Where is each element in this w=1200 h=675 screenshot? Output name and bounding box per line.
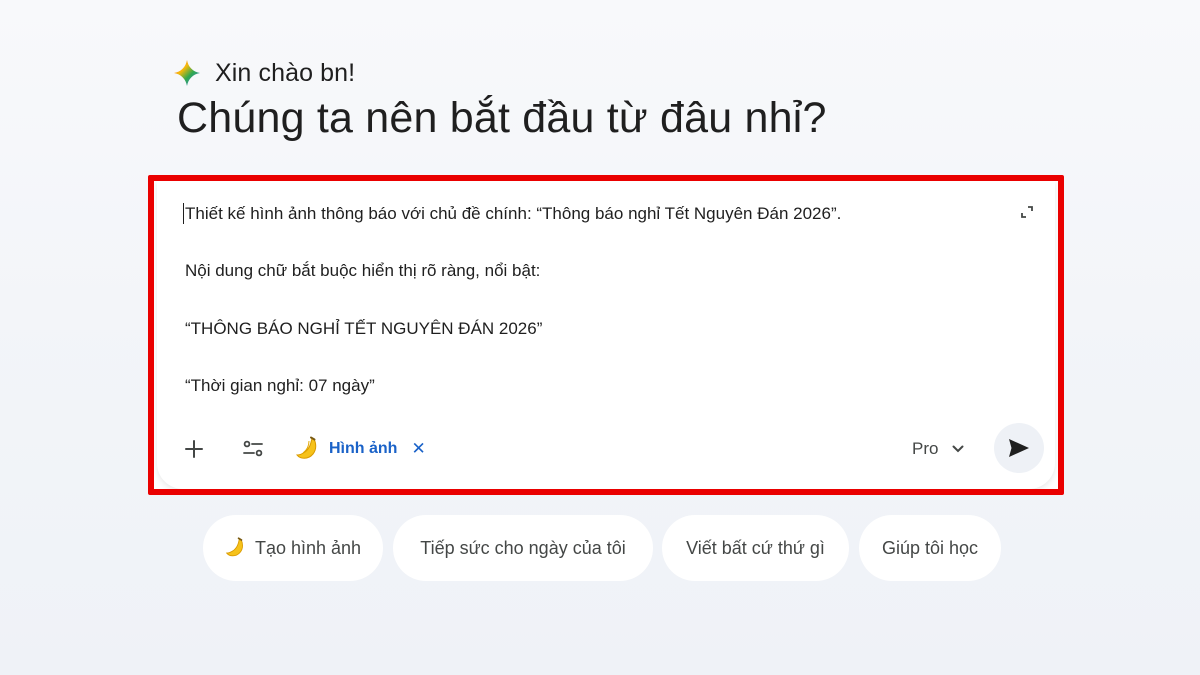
image-chip-label: Hình ảnh <box>329 440 398 457</box>
add-button[interactable] <box>174 429 214 469</box>
suggestion-chips: Tạo hình ảnh Tiếp sức cho ngày của tôi V… <box>0 515 1200 583</box>
suggestion-label: Giúp tôi học <box>881 537 979 558</box>
prompt-line-4: “Thời gian nghỉ: 07 ngày” <box>185 376 375 396</box>
prompt-textarea[interactable]: Thiết kế hình ảnh thông báo với chủ đề c… <box>183 203 1005 433</box>
tools-button[interactable] <box>233 429 273 469</box>
greeting-text: Xin chào bn! <box>215 58 356 87</box>
prompt-input-card[interactable]: Thiết kế hình ảnh thông báo với chủ đề c… <box>157 181 1055 489</box>
suggestion-boost-day[interactable]: Tiếp sức cho ngày của tôi <box>393 515 653 581</box>
prompt-line-3: “THÔNG BÁO NGHỈ TẾT NGUYÊN ĐÁN 2026” <box>185 318 543 338</box>
suggestion-create-image[interactable]: Tạo hình ảnh <box>203 515 383 581</box>
image-tool-chip[interactable]: Hình ảnh ✕ <box>295 433 426 465</box>
suggestion-label: Tiếp sức cho ngày của tôi <box>420 537 626 558</box>
suggestion-label: Viết bất cứ thứ gì <box>686 537 825 558</box>
suggestion-help-learn[interactable]: Giúp tôi học <box>859 515 1001 581</box>
suggestion-label: Tạo hình ảnh <box>254 537 362 558</box>
banana-icon <box>295 436 317 459</box>
gemini-spark-icon <box>174 60 200 86</box>
tools-sliders-icon <box>243 440 263 457</box>
model-selector[interactable]: Pro <box>912 433 964 465</box>
expand-icon[interactable] <box>1018 203 1036 221</box>
model-label: Pro <box>912 439 939 458</box>
send-button[interactable] <box>994 423 1044 473</box>
input-toolbar: Hình ảnh ✕ Pro <box>157 421 1055 477</box>
prompt-line-2: Nội dung chữ bắt buộc hiển thị rõ ràng, … <box>185 261 541 281</box>
chevron-down-icon <box>952 445 964 453</box>
page-title: Chúng ta nên bắt đầu từ đâu nhỉ? <box>177 94 827 142</box>
prompt-line-1: Thiết kế hình ảnh thông báo với chủ đề c… <box>183 203 1005 224</box>
greeting: Xin chào bn! <box>173 56 355 90</box>
plus-icon <box>185 440 203 458</box>
highlight-box: Thiết kế hình ảnh thông báo với chủ đề c… <box>148 175 1064 495</box>
send-icon <box>1009 439 1029 457</box>
remove-chip-button[interactable]: ✕ <box>411 439 425 459</box>
banana-icon <box>225 537 243 557</box>
suggestion-write-anything[interactable]: Viết bất cứ thứ gì <box>662 515 849 581</box>
